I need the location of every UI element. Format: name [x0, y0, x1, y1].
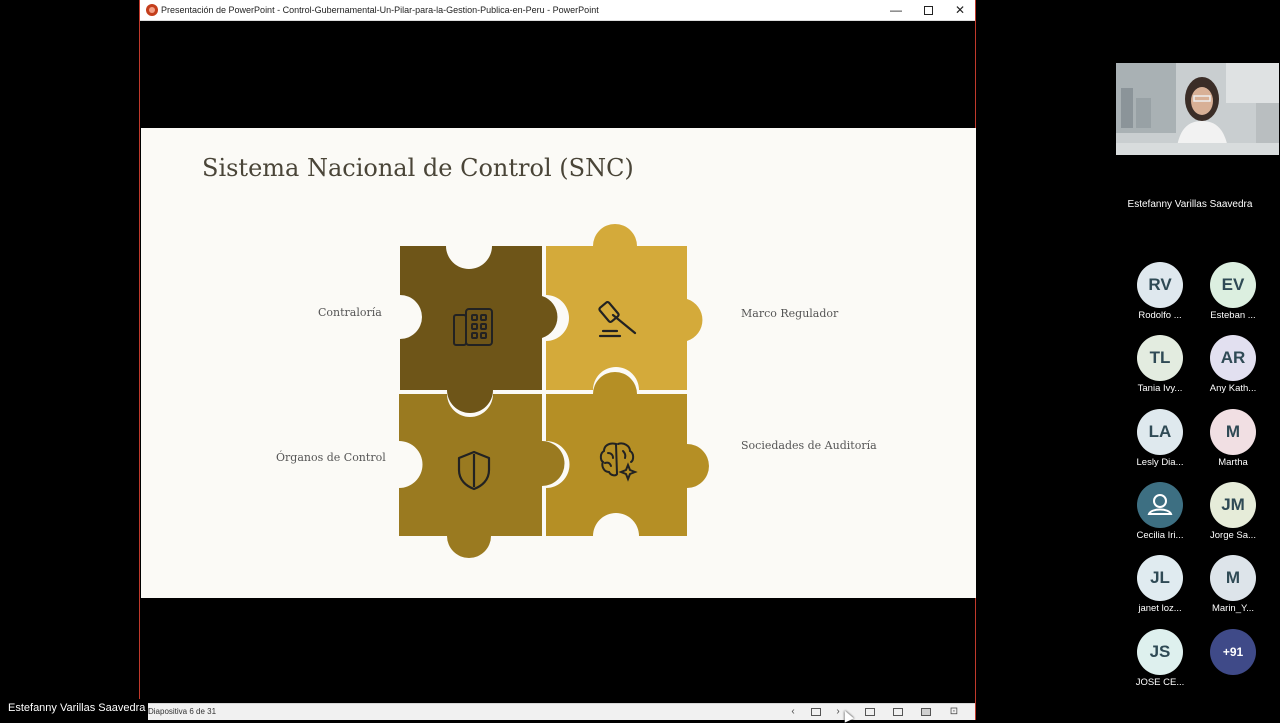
window-titlebar[interactable]: Presentación de PowerPoint - Control-Gub… — [140, 0, 975, 21]
participant-avatar: EV — [1210, 262, 1256, 308]
presenter-video-image — [1116, 63, 1279, 155]
participant-avatar: M — [1210, 408, 1256, 455]
participant-name: Lesly Dia... — [1136, 456, 1184, 468]
close-button[interactable]: ✕ — [944, 0, 976, 21]
powerpoint-icon — [146, 4, 158, 16]
participant-avatar: JM — [1210, 481, 1256, 528]
presenter-video-tile[interactable] — [1116, 63, 1279, 155]
participant-tile[interactable]: RV Rodolfo ... — [1125, 262, 1195, 321]
participant-avatar: JS — [1137, 628, 1183, 675]
participant-name: Rodolfo ... — [1138, 310, 1182, 321]
participant-avatar: RV — [1137, 262, 1183, 308]
slide-counter: Diapositiva 6 de 31 — [148, 707, 217, 716]
previous-slide-icon[interactable]: ‹ — [788, 707, 798, 717]
minimize-button[interactable]: — — [880, 0, 912, 21]
participant-name: Tania Ivy... — [1137, 383, 1183, 395]
puzzle-piece-contraloria — [400, 246, 558, 414]
participant-tile[interactable]: AR Any Kath... — [1198, 335, 1268, 394]
label-contraloria: Contraloría — [318, 306, 382, 319]
participant-name: Marin_Y... — [1211, 603, 1255, 615]
participant-tile[interactable]: EV Esteban ... — [1198, 262, 1268, 321]
powerpoint-window: Presentación de PowerPoint - Control-Gub… — [139, 0, 976, 723]
mouse-cursor-icon — [840, 708, 854, 723]
participant-name: JOSE CE... — [1135, 676, 1185, 688]
slide-sorter-icon[interactable] — [893, 708, 903, 716]
puzzle-piece-sociedades — [546, 372, 709, 536]
participant-name: Jorge Sa... — [1210, 529, 1256, 541]
label-organos-de-control: Órganos de Control — [276, 451, 386, 464]
person-icon — [1137, 481, 1183, 528]
maximize-button[interactable] — [912, 0, 944, 21]
slide-canvas[interactable]: Sistema Nacional de Control (SNC) Contra… — [141, 128, 976, 598]
participant-name: Esteban ... — [1210, 310, 1256, 321]
participant-tile[interactable]: +91 — [1198, 628, 1268, 675]
label-sociedades-de-auditoria: Sociedades de Auditoría — [741, 439, 877, 452]
participant-avatar: +91 — [1210, 628, 1256, 675]
maximize-icon — [923, 6, 933, 16]
puzzle-piece-organos — [399, 394, 565, 558]
label-marco-regulador: Marco Regulador — [741, 307, 839, 320]
puzzle-graphic — [399, 224, 709, 558]
participant-name: janet loz... — [1138, 603, 1182, 615]
participant-name: Martha — [1218, 456, 1248, 468]
participant-tile[interactable]: TL Tania Ivy... — [1125, 335, 1195, 394]
participant-tile[interactable]: Cecilia Iri... — [1125, 481, 1195, 541]
participant-avatar: LA — [1137, 408, 1183, 455]
puzzle-piece-marco — [546, 224, 703, 390]
status-bar: Diapositiva 6 de 31 ‹ › ⊡ — [140, 703, 975, 723]
video-participant-name: Estefanny Varillas Saavedra — [1127, 199, 1253, 210]
presenter-name-label: Estefanny Varillas Saavedra — [0, 699, 149, 720]
participant-tile[interactable]: JM Jorge Sa... — [1198, 481, 1268, 541]
participant-tile[interactable]: JL janet loz... — [1125, 555, 1195, 614]
reading-view-icon[interactable] — [921, 708, 931, 716]
participant-name: Any Kath... — [1209, 383, 1257, 395]
participant-tile[interactable]: M Martha — [1198, 408, 1268, 468]
normal-view-icon[interactable] — [865, 708, 875, 716]
participant-name: Cecilia Iri... — [1136, 529, 1184, 541]
participant-avatar: AR — [1210, 335, 1256, 382]
participant-tile[interactable]: M Marin_Y... — [1198, 555, 1268, 614]
participant-tile[interactable]: LA Lesly Dia... — [1125, 408, 1195, 468]
slideshow-icon[interactable]: ⊡ — [949, 707, 959, 717]
notes-icon[interactable] — [811, 708, 821, 716]
participant-tile[interactable]: JS JOSE CE... — [1125, 628, 1195, 688]
participant-avatar: TL — [1137, 335, 1183, 382]
participant-avatar: M — [1210, 555, 1256, 602]
window-title: Presentación de PowerPoint - Control-Gub… — [161, 5, 599, 15]
participant-avatar: JL — [1137, 555, 1183, 602]
